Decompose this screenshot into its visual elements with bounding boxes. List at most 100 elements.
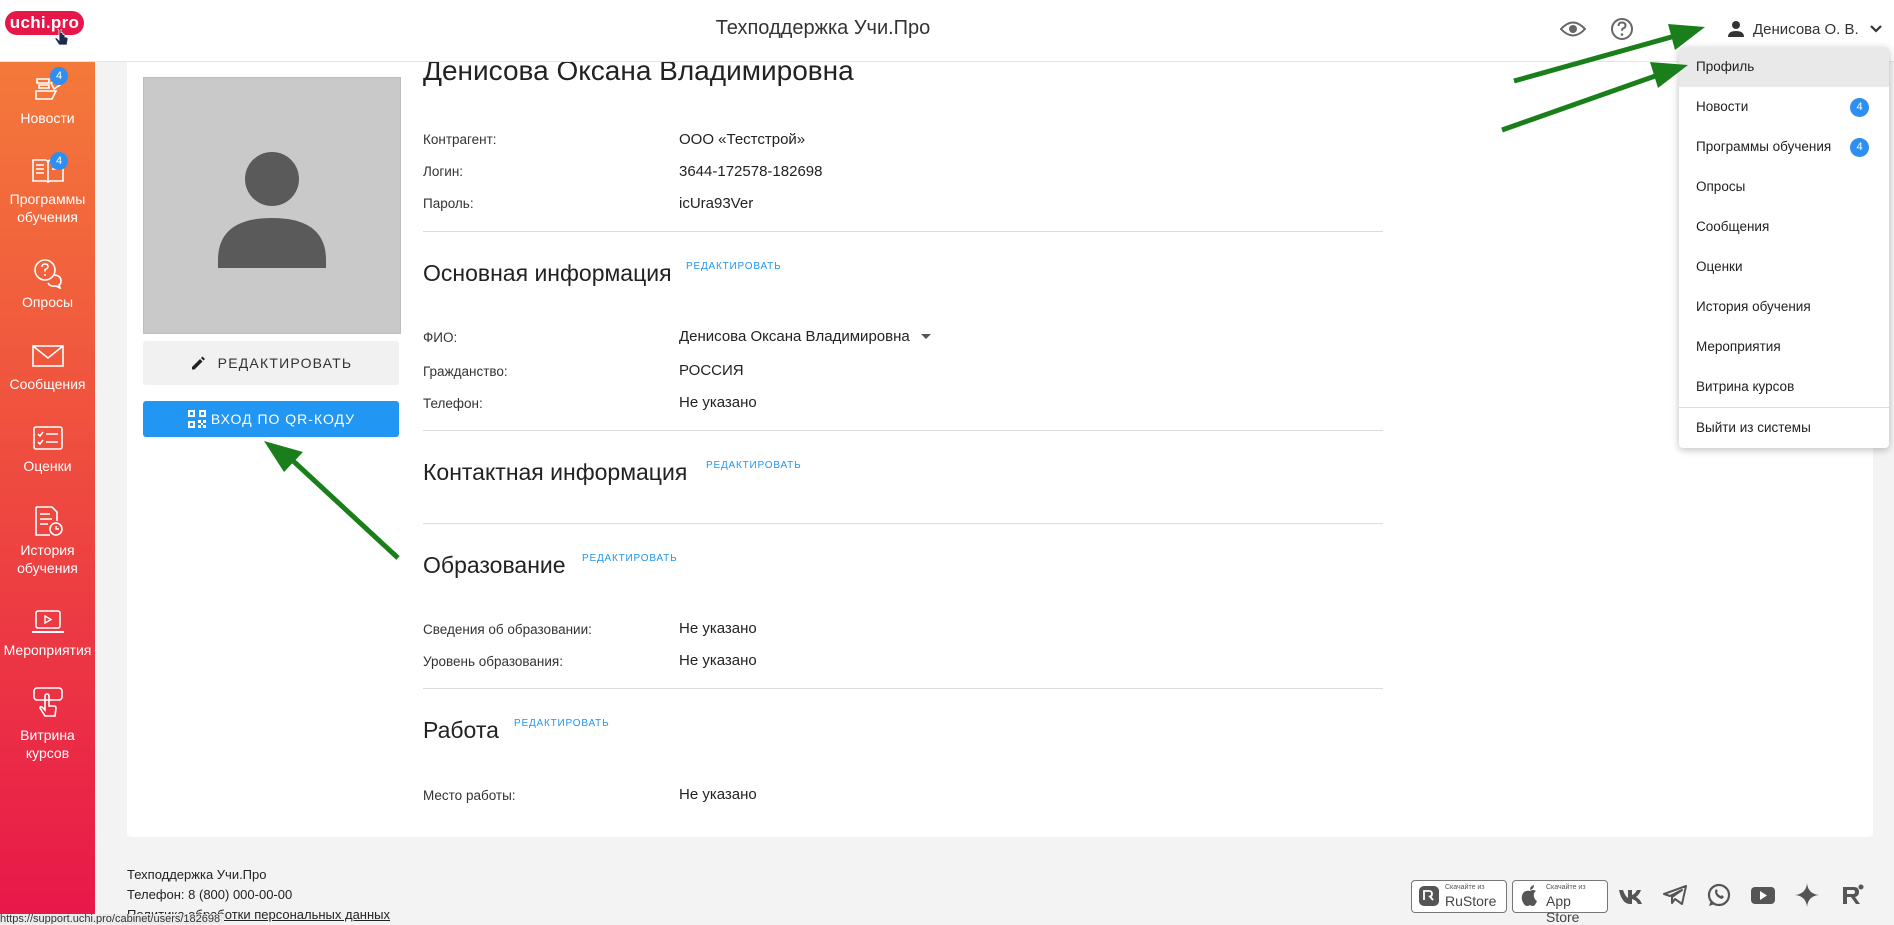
login-value: 3644-172578-182698 bbox=[679, 163, 823, 180]
logout-label: Выйти из системы bbox=[1696, 420, 1811, 435]
whatsapp-icon[interactable] bbox=[1706, 882, 1732, 908]
youtube-icon[interactable] bbox=[1750, 882, 1776, 908]
sidebar-item-events[interactable]: Мероприятия bbox=[0, 607, 95, 659]
dropdown-item-news[interactable]: Новости 4 bbox=[1679, 87, 1889, 127]
hand-pointer-icon bbox=[32, 687, 63, 717]
fio-label: ФИО: bbox=[423, 330, 458, 345]
section-title-basic: Основная информация bbox=[423, 260, 672, 286]
appstore-small-text: Скачайте из bbox=[1546, 884, 1586, 891]
programs-badge: 4 bbox=[50, 152, 68, 170]
avatar bbox=[143, 77, 401, 334]
edit-contact-link[interactable]: РЕДАКТИРОВАТЬ bbox=[706, 460, 801, 471]
user-silhouette-icon bbox=[218, 152, 326, 268]
sidebar-item-label: Сообщения bbox=[9, 376, 86, 392]
telegram-icon[interactable] bbox=[1662, 882, 1688, 908]
sidebar-item-messages[interactable]: Сообщения bbox=[0, 341, 95, 393]
sidebar-item-catalog[interactable]: Витрина курсов bbox=[0, 686, 95, 762]
dropdown-item-label: Профиль bbox=[1696, 59, 1755, 74]
education-info-label: Сведения об образовании: bbox=[423, 622, 592, 637]
rustore-text: RuStore bbox=[1445, 893, 1497, 909]
dropdown-item-label: История обучения bbox=[1696, 299, 1811, 314]
sidebar-item-label: Оценки bbox=[23, 458, 72, 474]
rutube-icon[interactable] bbox=[1839, 882, 1865, 908]
programs-badge: 4 bbox=[1850, 138, 1869, 157]
dropdown-item-programs[interactable]: Программы обучения 4 bbox=[1679, 127, 1889, 167]
help-icon[interactable] bbox=[1610, 17, 1634, 41]
sidebar-item-history[interactable]: История обучения bbox=[0, 505, 95, 577]
dropdown-item-label: Мероприятия bbox=[1696, 339, 1781, 354]
eye-icon[interactable] bbox=[1560, 19, 1586, 39]
education-level-label: Уровень образования: bbox=[423, 654, 563, 669]
education-level-value: Не указано bbox=[679, 652, 757, 669]
rustore-badge[interactable]: Скачайте из RuStore bbox=[1411, 880, 1507, 913]
contractor-value: ООО «Тестстрой» bbox=[679, 131, 806, 148]
rustore-small-text: Скачайте из bbox=[1445, 884, 1485, 891]
citizenship-value: РОССИЯ bbox=[679, 362, 744, 379]
sidebar-item-grades[interactable]: Оценки bbox=[0, 423, 95, 475]
citizenship-label: Гражданство: bbox=[423, 364, 508, 379]
user-name: Денисова О. В. bbox=[1753, 20, 1859, 38]
qr-login-label: ВХОД ПО QR-КОДУ bbox=[210, 411, 356, 427]
section-title-education: Образование bbox=[423, 552, 566, 578]
sidebar-item-programs[interactable]: 4 Программы обучения bbox=[0, 152, 95, 226]
dropdown-item-label: Сообщения bbox=[1696, 219, 1770, 234]
vk-icon[interactable] bbox=[1617, 882, 1643, 908]
dropdown-item-label: Витрина курсов bbox=[1696, 379, 1795, 394]
sidebar-item-label: Мероприятия bbox=[3, 642, 92, 658]
rustore-icon bbox=[1419, 886, 1439, 906]
qr-login-button[interactable]: ВХОД ПО QR-КОДУ bbox=[143, 401, 399, 437]
dropdown-item-history[interactable]: История обучения bbox=[1679, 287, 1889, 327]
workplace-label: Место работы: bbox=[423, 788, 516, 803]
dropdown-item-label: Оценки bbox=[1696, 259, 1743, 274]
footer-phone: Телефон: 8 (800) 000-00-00 bbox=[127, 887, 293, 902]
dropdown-item-catalog[interactable]: Витрина курсов bbox=[1679, 367, 1889, 407]
edit-photo-button[interactable]: РЕДАКТИРОВАТЬ bbox=[143, 341, 399, 385]
sidebar-item-news[interactable]: 4 Новости bbox=[0, 67, 95, 127]
sidebar-item-label: Программы обучения bbox=[9, 191, 86, 225]
logout-button[interactable]: Выйти из системы bbox=[1679, 408, 1889, 448]
contractor-label: Контрагент: bbox=[423, 132, 497, 147]
pencil-icon bbox=[191, 356, 205, 370]
divider bbox=[423, 430, 1383, 431]
sidebar-item-surveys[interactable]: Опросы bbox=[0, 257, 95, 311]
qr-code-icon bbox=[187, 410, 206, 428]
envelope-icon bbox=[31, 345, 64, 367]
user-menu-toggle[interactable]: Денисова О. В. bbox=[1727, 17, 1883, 41]
section-title-work: Работа bbox=[423, 717, 499, 743]
dropdown-item-messages[interactable]: Сообщения bbox=[1679, 207, 1889, 247]
caret-down-icon bbox=[920, 333, 931, 339]
phone-label: Телефон: bbox=[423, 396, 483, 411]
divider bbox=[423, 231, 1383, 232]
history-icon bbox=[34, 506, 63, 536]
workplace-value: Не указано bbox=[679, 786, 757, 803]
chevron-down-icon bbox=[1869, 25, 1882, 33]
dropdown-item-events[interactable]: Мероприятия bbox=[1679, 327, 1889, 367]
sidebar-item-label: История обучения bbox=[17, 542, 78, 576]
edit-basic-link[interactable]: РЕДАКТИРОВАТЬ bbox=[686, 261, 781, 272]
news-badge: 4 bbox=[50, 67, 68, 85]
edit-work-link[interactable]: РЕДАКТИРОВАТЬ bbox=[514, 718, 609, 729]
user-icon bbox=[1728, 21, 1744, 37]
appstore-badge[interactable]: Скачайте из App Store bbox=[1512, 880, 1608, 925]
sidebar-item-label: Витрина курсов bbox=[20, 727, 75, 761]
sidebar: 4 Новости 4 Программы обучения Опросы Со… bbox=[0, 61, 95, 924]
divider bbox=[423, 688, 1383, 689]
dropdown-item-label: Опросы bbox=[1696, 179, 1746, 194]
page-header-title: Техподдержка Учи.Про bbox=[715, 17, 931, 39]
section-title-contact: Контактная информация bbox=[423, 459, 688, 485]
dropdown-item-profile[interactable]: Профиль bbox=[1679, 47, 1889, 87]
dropdown-item-surveys[interactable]: Опросы bbox=[1679, 167, 1889, 207]
education-info-value: Не указано bbox=[679, 620, 757, 637]
star-icon[interactable] bbox=[1794, 882, 1820, 908]
dropdown-item-label: Программы обучения bbox=[1696, 139, 1832, 154]
survey-icon bbox=[33, 259, 62, 289]
news-badge: 4 bbox=[1850, 98, 1869, 117]
password-label: Пароль: bbox=[423, 196, 474, 211]
dropdown-item-label: Новости bbox=[1696, 99, 1749, 114]
dropdown-item-grades[interactable]: Оценки bbox=[1679, 247, 1889, 287]
fio-value[interactable]: Денисова Оксана Владимировна bbox=[679, 328, 932, 345]
edit-education-link[interactable]: РЕДАКТИРОВАТЬ bbox=[582, 553, 677, 564]
fio-value-text: Денисова Оксана Владимировна bbox=[679, 328, 910, 345]
user-dropdown-menu: Профиль Новости 4 Программы обучения 4 О… bbox=[1679, 47, 1889, 448]
sidebar-item-label: Новости bbox=[20, 110, 75, 126]
